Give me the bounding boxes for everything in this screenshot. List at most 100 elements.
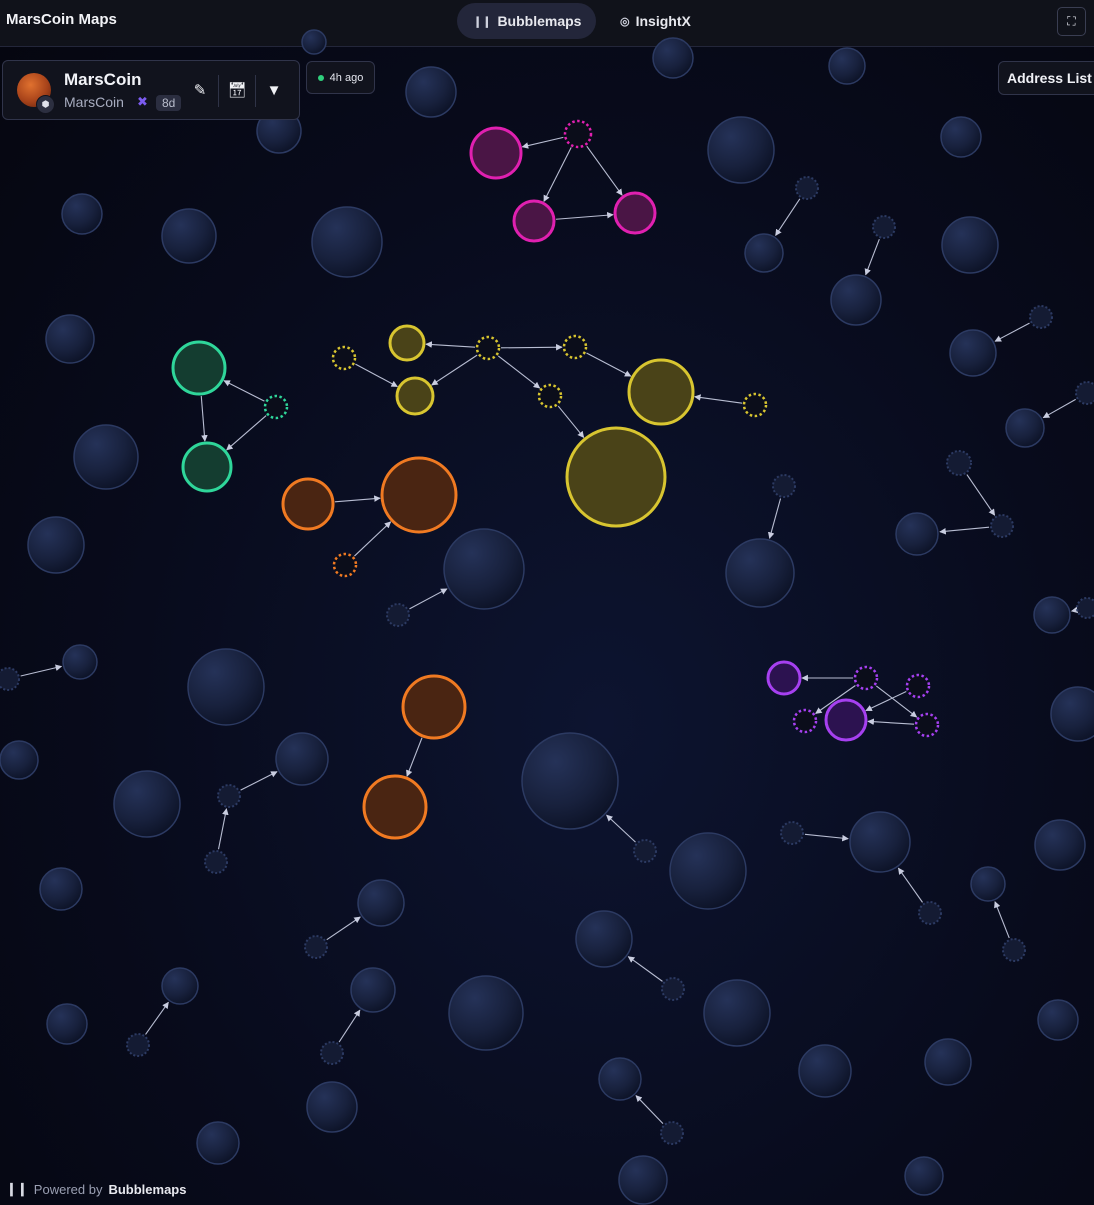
cluster-bubble[interactable]	[171, 340, 227, 396]
holder-bubble[interactable]	[443, 528, 525, 610]
cluster-bubble[interactable]	[742, 392, 768, 418]
contract-bubble[interactable]	[872, 215, 896, 239]
holder-bubble[interactable]	[924, 1038, 972, 1086]
holder-bubble[interactable]	[598, 1057, 642, 1101]
holder-bubble[interactable]	[575, 910, 633, 968]
cluster-bubble[interactable]	[792, 708, 818, 734]
contract-bubble[interactable]	[795, 176, 819, 200]
swap-icon[interactable]: ✖	[137, 94, 148, 110]
holder-bubble[interactable]	[707, 116, 775, 184]
holder-bubble[interactable]	[61, 193, 103, 235]
contract-bubble[interactable]	[780, 821, 804, 845]
holder-bubble[interactable]	[949, 329, 997, 377]
holder-bubble[interactable]	[798, 1044, 852, 1098]
holder-bubble[interactable]	[895, 512, 939, 556]
cluster-bubble[interactable]	[181, 441, 233, 493]
cluster-bubble[interactable]	[562, 334, 588, 360]
contract-bubble[interactable]	[661, 977, 685, 1001]
cluster-bubble[interactable]	[401, 674, 467, 740]
contract-bubble[interactable]	[990, 514, 1014, 538]
holder-bubble[interactable]	[46, 1003, 88, 1045]
calendar-button[interactable]: 📅︎	[224, 77, 250, 103]
cluster-bubble[interactable]	[627, 358, 695, 426]
holder-bubble[interactable]	[904, 1156, 944, 1196]
cluster-bubble[interactable]	[331, 345, 357, 371]
holder-bubble[interactable]	[1050, 686, 1094, 742]
holder-bubble[interactable]	[405, 66, 457, 118]
cluster-bubble[interactable]	[613, 191, 657, 235]
holder-bubble[interactable]	[521, 732, 619, 830]
contract-bubble[interactable]	[1075, 381, 1094, 405]
contract-bubble[interactable]	[1029, 305, 1053, 329]
cluster-bubble[interactable]	[563, 119, 593, 149]
holder-bubble[interactable]	[652, 37, 694, 79]
holder-bubble[interactable]	[970, 866, 1006, 902]
cluster-bubble[interactable]	[914, 712, 940, 738]
contract-bubble[interactable]	[660, 1121, 684, 1145]
contract-bubble[interactable]	[386, 603, 410, 627]
holder-bubble[interactable]	[744, 233, 784, 273]
contract-bubble[interactable]	[304, 935, 328, 959]
holder-bubble[interactable]	[1005, 408, 1045, 448]
holder-bubble[interactable]	[161, 208, 217, 264]
contract-bubble[interactable]	[946, 450, 972, 476]
cluster-bubble[interactable]	[263, 394, 289, 420]
holder-bubble[interactable]	[275, 732, 329, 786]
holder-bubble[interactable]	[725, 538, 795, 608]
holder-bubble[interactable]	[830, 274, 882, 326]
holder-bubble[interactable]	[0, 740, 39, 780]
contract-bubble[interactable]	[772, 474, 796, 498]
cluster-bubble[interactable]	[281, 477, 335, 531]
cluster-bubble[interactable]	[380, 456, 458, 534]
cluster-bubble[interactable]	[565, 426, 667, 528]
cluster-bubble[interactable]	[905, 673, 931, 699]
holder-bubble[interactable]	[941, 216, 999, 274]
contract-bubble[interactable]	[126, 1033, 150, 1057]
contract-bubble[interactable]	[204, 850, 228, 874]
contract-bubble[interactable]	[633, 839, 657, 863]
holder-bubble[interactable]	[618, 1155, 668, 1205]
cluster-bubble[interactable]	[469, 126, 523, 180]
holder-bubble[interactable]	[301, 29, 327, 55]
cluster-bubble[interactable]	[512, 199, 556, 243]
holder-bubble[interactable]	[73, 424, 139, 490]
holder-bubble[interactable]	[113, 770, 181, 838]
holder-bubble[interactable]	[448, 975, 524, 1051]
holder-bubble[interactable]	[27, 516, 85, 574]
contract-bubble[interactable]	[1076, 597, 1094, 619]
cluster-bubble[interactable]	[475, 335, 501, 361]
cluster-bubble[interactable]	[388, 324, 426, 362]
holder-bubble[interactable]	[45, 314, 95, 364]
bubble-map[interactable]	[0, 0, 1094, 1205]
edit-button[interactable]: ✎	[187, 77, 213, 103]
cluster-bubble[interactable]	[853, 665, 879, 691]
holder-bubble[interactable]	[306, 1081, 358, 1133]
cluster-bubble[interactable]	[537, 383, 563, 409]
cluster-bubble[interactable]	[362, 774, 428, 840]
holder-bubble[interactable]	[311, 206, 383, 278]
holder-bubble[interactable]	[350, 967, 396, 1013]
contract-bubble[interactable]	[0, 667, 20, 691]
holder-bubble[interactable]	[187, 648, 265, 726]
holder-bubble[interactable]	[669, 832, 747, 910]
cluster-bubble[interactable]	[766, 660, 802, 696]
filter-button[interactable]: ▼	[261, 77, 287, 103]
contract-bubble[interactable]	[1002, 938, 1026, 962]
cluster-bubble[interactable]	[395, 376, 435, 416]
contract-bubble[interactable]	[320, 1041, 344, 1065]
holder-bubble[interactable]	[161, 967, 199, 1005]
holder-bubble[interactable]	[1033, 596, 1071, 634]
contract-bubble[interactable]	[217, 784, 241, 808]
holder-bubble[interactable]	[196, 1121, 240, 1165]
holder-bubble[interactable]	[849, 811, 911, 873]
address-list-button[interactable]: Address List	[998, 61, 1094, 95]
cluster-bubble[interactable]	[332, 552, 358, 578]
holder-bubble[interactable]	[62, 644, 98, 680]
holder-bubble[interactable]	[357, 879, 405, 927]
holder-bubble[interactable]	[1034, 819, 1086, 871]
holder-bubble[interactable]	[828, 47, 866, 85]
holder-bubble[interactable]	[703, 979, 771, 1047]
holder-bubble[interactable]	[940, 116, 982, 158]
contract-bubble[interactable]	[918, 901, 942, 925]
holder-bubble[interactable]	[1037, 999, 1079, 1041]
